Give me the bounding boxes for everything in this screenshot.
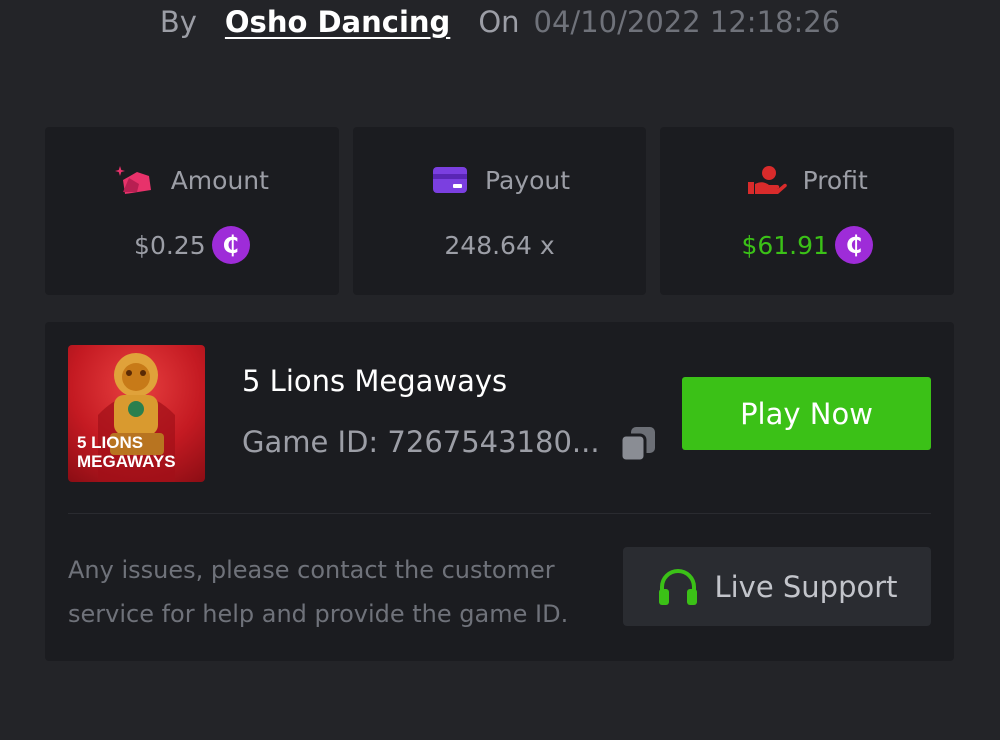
lion-statue-image: 5 LIONS MEGAWAYS <box>77 353 176 482</box>
stat-value: $0.25 <box>134 230 206 260</box>
stat-label: Payout <box>485 165 571 195</box>
bet-stats: Amount $0.25 ₵ Payout 248.64 x Profit $6… <box>45 127 955 295</box>
coin-icon: ₵ <box>834 226 873 264</box>
stat-value: $61.91 <box>741 230 829 260</box>
stat-card-profit: Profit $61.91 ₵ <box>660 127 955 295</box>
stat-value-row: $61.91 ₵ <box>741 226 873 264</box>
hand-profit-icon <box>747 164 787 196</box>
stat-value: 248.64 x <box>444 230 555 260</box>
credit-card-icon <box>429 164 469 196</box>
bet-datetime: 04/10/2022 12:18:26 <box>533 5 841 39</box>
support-message: Any issues, please contact the customer … <box>68 556 569 628</box>
stat-label: Profit <box>802 165 868 195</box>
username-link[interactable]: Osho Dancing <box>225 5 450 39</box>
game-panel: 5 LIONS MEGAWAYS 5 Lions Megaways Game I… <box>45 322 954 661</box>
game-id: Game ID: 7267543180... <box>242 425 600 459</box>
play-now-button[interactable]: Play Now <box>682 377 931 450</box>
bet-detail-page: By Osho Dancing On 04/10/2022 12:18:26 A… <box>0 0 1000 740</box>
stat-card-payout: Payout 248.64 x <box>352 127 647 295</box>
stat-label: Amount <box>170 165 269 195</box>
game-thumbnail[interactable]: 5 LIONS MEGAWAYS <box>68 345 205 482</box>
stat-head: Payout <box>429 164 570 196</box>
on-label: On <box>478 5 520 39</box>
headset-icon <box>656 565 700 609</box>
stat-card-amount: Amount $0.25 ₵ <box>45 127 339 295</box>
stat-head: Profit <box>747 164 868 196</box>
divider <box>68 513 931 514</box>
thumbnail-title-line2: MEGAWAYS <box>77 452 176 471</box>
live-support-button[interactable]: Live Support <box>623 547 931 626</box>
by-label: By <box>159 5 197 39</box>
thumbnail-title-line1: 5 LIONS <box>77 433 143 452</box>
coin-icon: ₵ <box>211 226 250 264</box>
money-bag-icon <box>114 164 155 196</box>
game-name[interactable]: 5 Lions Megaways <box>242 364 507 398</box>
live-support-label: Live Support <box>714 569 898 604</box>
stat-head: Amount <box>114 164 269 196</box>
bet-byline: By Osho Dancing On 04/10/2022 12:18:26 <box>0 0 1000 44</box>
copy-icon[interactable] <box>619 425 657 463</box>
stat-value-row: $0.25 ₵ <box>134 226 250 264</box>
stat-value-row: 248.64 x <box>444 226 554 264</box>
